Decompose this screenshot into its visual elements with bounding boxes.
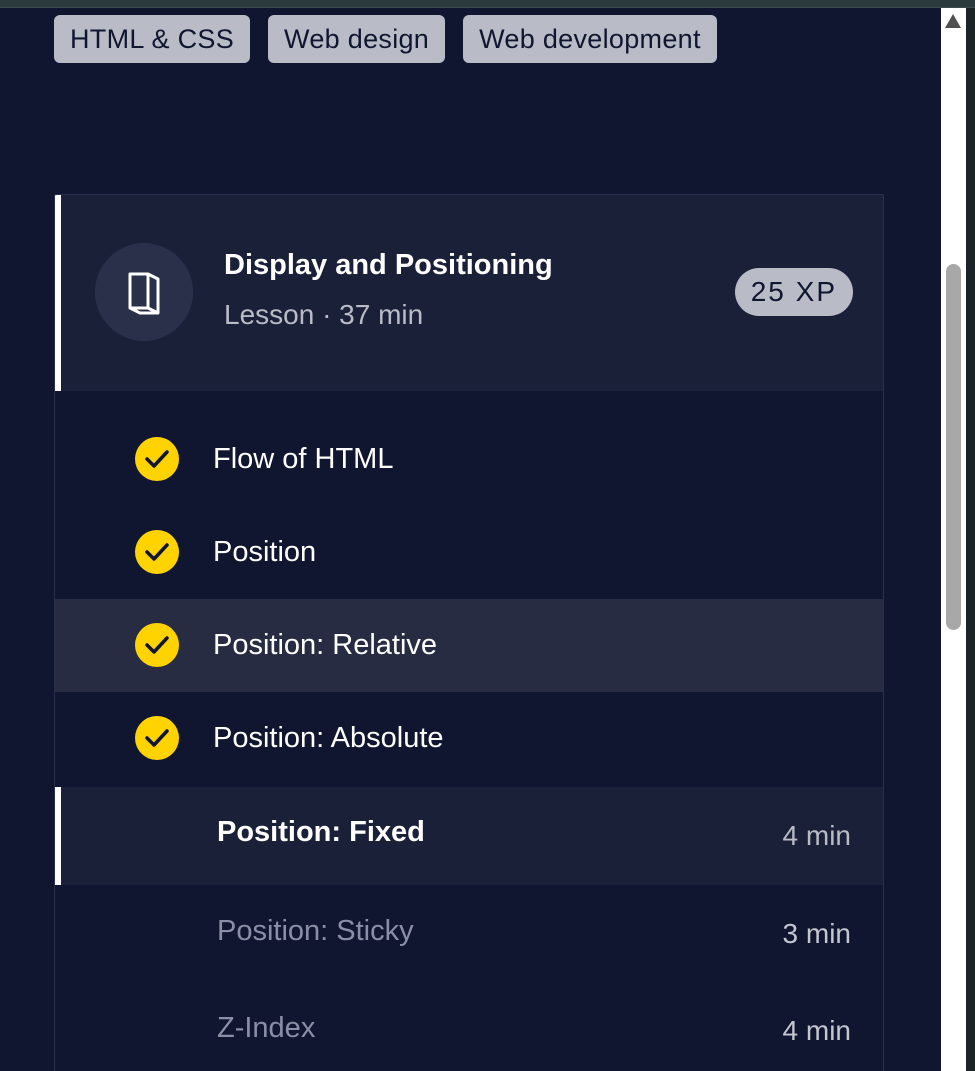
lesson-title: Display and Positioning	[224, 249, 553, 281]
item-label: Position	[213, 536, 317, 568]
item-label: Position: Absolute	[213, 722, 444, 754]
check-circle-icon	[135, 623, 179, 667]
check-circle-icon	[135, 716, 179, 760]
lesson-card: Display and Positioning Lesson · 37 min …	[54, 194, 884, 1071]
list-item-position-fixed[interactable]: Position: Fixed 4 min	[55, 787, 883, 885]
item-label: Position: Relative	[213, 629, 438, 661]
list-item-position-relative[interactable]: Position: Relative	[55, 599, 883, 692]
tag-list: HTML & CSS Web design Web development	[54, 15, 717, 63]
item-label: Z-Index	[217, 1012, 316, 1044]
tag-web-design[interactable]: Web design	[268, 15, 446, 63]
item-label: Flow of HTML	[213, 443, 394, 475]
window-top-bar	[0, 0, 975, 8]
tag-web-development[interactable]: Web development	[463, 15, 717, 63]
item-duration: 4 min	[782, 1015, 851, 1046]
scroll-up-arrow-icon[interactable]	[945, 14, 961, 28]
list-item-position-absolute[interactable]: Position: Absolute	[55, 692, 883, 785]
list-item-position[interactable]: Position	[55, 506, 883, 599]
item-duration: 3 min	[782, 918, 851, 949]
check-circle-icon	[135, 437, 179, 481]
lesson-header[interactable]: Display and Positioning Lesson · 37 min …	[55, 195, 883, 391]
list-item-flow-of-html[interactable]: Flow of HTML	[55, 413, 883, 506]
list-item-z-index[interactable]: Z-Index 4 min	[55, 982, 883, 1071]
lesson-meta: Lesson · 37 min	[224, 299, 424, 330]
check-circle-icon	[135, 530, 179, 574]
background-edge	[966, 8, 975, 1071]
item-label: Position: Fixed	[217, 816, 425, 848]
item-label: Position: Sticky	[217, 915, 414, 947]
tag-html-css[interactable]: HTML & CSS	[54, 15, 251, 63]
list-item-position-sticky[interactable]: Position: Sticky 3 min	[55, 885, 883, 982]
item-duration: 4 min	[782, 820, 851, 851]
xp-badge: 25 XP	[734, 268, 853, 316]
book-icon	[95, 243, 193, 341]
scrollbar[interactable]	[941, 8, 966, 1071]
scrollbar-thumb[interactable]	[946, 264, 961, 630]
